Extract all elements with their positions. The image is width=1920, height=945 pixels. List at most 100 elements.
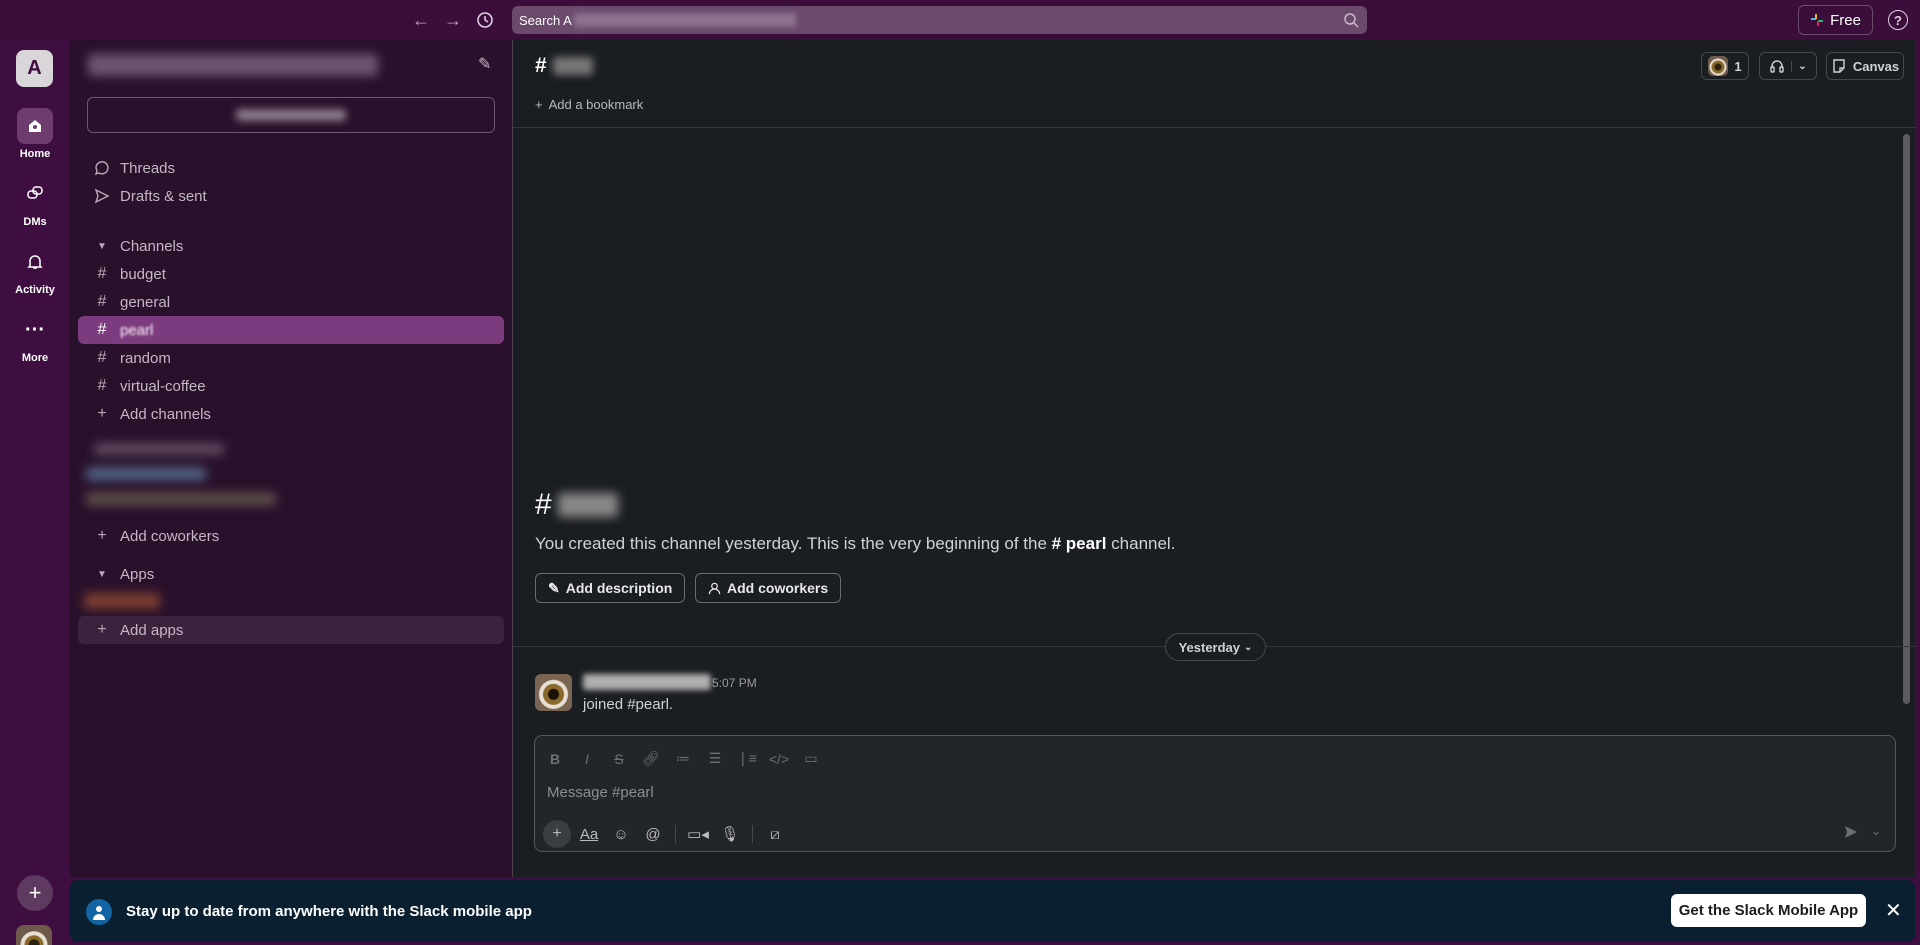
dm-item-redacted[interactable] [86,492,276,506]
code-icon[interactable]: </> [763,751,795,767]
channel-title[interactable]: # [535,54,593,78]
add-description-button[interactable]: ✎ Add description [535,573,686,603]
phone-icon [86,899,112,925]
drafts-label: Drafts & sent [120,187,207,205]
intro-channel-link[interactable]: # pearl [1052,534,1107,553]
app-item-redacted[interactable] [84,593,160,609]
add-coworkers-button[interactable]: + Add coworkers [78,522,504,550]
day-divider-button[interactable]: Yesterday ⌄ [1165,633,1266,661]
format-toggle-icon[interactable]: Aa [575,820,603,848]
user-avatar[interactable] [16,925,52,945]
send-icon[interactable] [1843,824,1859,845]
channels-section-header[interactable]: ▼ Channels [78,232,504,260]
microphone-icon[interactable]: 🎙︎ [716,820,744,848]
dms-icon [17,176,53,212]
channel-name-redacted [552,57,593,75]
ordered-list-icon[interactable]: ≔ [667,750,699,767]
add-channels-button[interactable]: + Add channels [78,400,504,428]
apps-header-label: Apps [120,565,155,583]
send-icon [92,188,112,204]
search-input[interactable]: Search A [512,6,1367,34]
members-button[interactable]: 1 [1701,52,1749,80]
caret-down-icon: ▼ [97,568,107,580]
huddle-button[interactable]: ⌄ [1759,52,1817,80]
free-plan-button[interactable]: Free [1798,5,1873,35]
message-scrollbar[interactable] [1903,134,1910,704]
bulleted-list-icon[interactable]: ☰ [699,750,731,767]
message-timestamp[interactable]: 5:07 PM [712,676,757,690]
member-avatar [1708,56,1729,76]
create-new-button[interactable]: + [17,875,53,911]
channel-label: virtual-coffee [120,377,206,395]
message-avatar[interactable] [535,674,572,711]
rail-more-label: More [21,352,49,364]
workspace-rail: A Home DMs Activity ··· More + [0,40,70,945]
plus-icon: + [97,621,107,638]
sidebar-channel-general[interactable]: # general [78,288,504,316]
free-label: Free [1830,11,1861,29]
get-mobile-app-button[interactable]: Get the Slack Mobile App [1671,894,1866,927]
plus-icon: + [97,405,107,422]
message-input[interactable]: Message #pearl [547,784,654,801]
apps-section-header[interactable]: ▼ Apps [78,560,504,588]
chevron-down-icon[interactable]: ⌄ [1871,824,1881,838]
rail-more[interactable]: ··· More [0,312,70,365]
workspace-name-redacted[interactable] [88,54,378,76]
caret-down-icon: ▼ [97,240,107,252]
sidebar-channel-virtual-coffee[interactable]: # virtual-coffee [78,372,504,400]
add-coworkers-label: Add coworkers [727,580,829,596]
rail-dms-label: DMs [23,216,47,228]
add-bookmark-button[interactable]: + Add a bookmark [535,97,643,112]
rail-dms[interactable]: DMs [0,176,70,228]
canvas-button[interactable]: Canvas [1826,52,1904,80]
message-author-redacted[interactable] [583,674,711,690]
help-icon[interactable]: ? [1888,10,1908,30]
video-icon[interactable]: ▭◂ [684,820,712,848]
close-icon[interactable]: ✕ [1885,898,1902,923]
dm-item-redacted[interactable] [86,467,206,481]
forward-arrow-icon[interactable]: → [442,9,464,31]
sidebar-channel-pearl[interactable]: # pearl [78,316,504,344]
workspace-switcher[interactable]: A [16,50,53,87]
channel-name-redacted [557,493,618,517]
rail-activity-label: Activity [15,284,55,296]
code-block-icon[interactable]: ▭ [795,750,827,767]
rail-home[interactable]: Home [0,108,70,160]
shortcuts-icon[interactable]: ⧄ [761,820,789,848]
add-apps-button[interactable]: + Add apps [78,616,504,644]
intro-suffix: channel. [1106,534,1176,553]
italic-icon[interactable]: I [571,751,603,767]
dm-section-redacted[interactable] [94,443,224,455]
link-icon[interactable]: 🔗︎ [635,750,667,767]
channel-label: random [120,349,171,367]
message-composer[interactable]: B I S 🔗︎ ≔ ☰ ❘≡ </> ▭ Message #pearl + A… [534,735,1896,852]
sidebar-item-drafts[interactable]: Drafts & sent [78,182,504,210]
hash-icon: # [97,321,107,338]
mobile-app-banner: Stay up to date from anywhere with the S… [70,880,1915,942]
home-icon [17,108,53,144]
rail-activity[interactable]: Activity [0,244,70,296]
history-icon[interactable] [474,9,496,31]
attach-plus-icon[interactable]: + [543,820,571,848]
bold-icon[interactable]: B [539,751,571,767]
sidebar-channel-budget[interactable]: # budget [78,260,504,288]
hash-icon: # [535,54,547,77]
sidebar-channel-random[interactable]: # random [78,344,504,372]
sidebar-item-threads[interactable]: Threads [78,154,504,182]
back-arrow-icon[interactable]: ← [410,9,432,31]
add-bookmark-label: Add a bookmark [548,97,644,112]
rail-home-label: Home [19,148,51,160]
emoji-icon[interactable]: ☺ [607,820,635,848]
threads-icon [92,160,112,176]
more-icon: ··· [25,318,45,341]
channel-intro-title: # [535,488,618,522]
mention-icon[interactable]: @ [639,820,667,848]
add-coworkers-channel-button[interactable]: Add coworkers [695,573,842,603]
channel-label: budget [120,265,166,283]
blockquote-icon[interactable]: ❘≡ [731,750,763,767]
person-add-icon [708,582,721,594]
hash-icon: # [97,293,107,310]
compose-icon[interactable]: ✎ [478,54,491,74]
upgrade-button-redacted[interactable] [87,97,495,133]
strikethrough-icon[interactable]: S [603,751,635,767]
